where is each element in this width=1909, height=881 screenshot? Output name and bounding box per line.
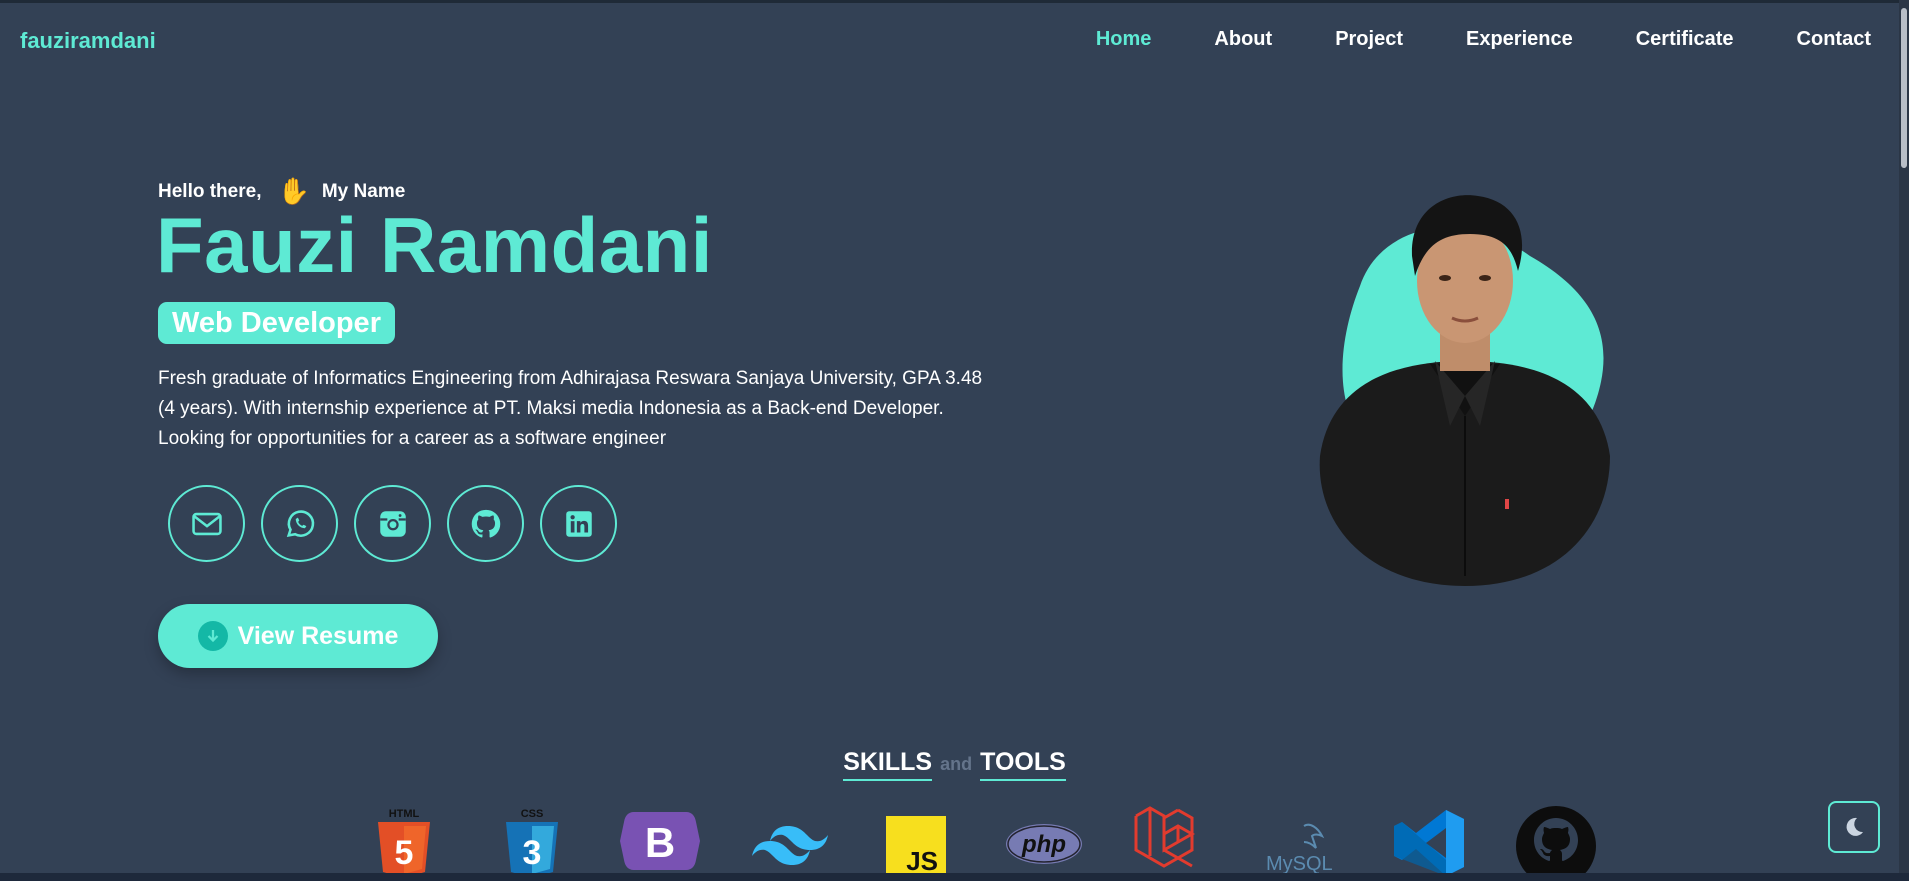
moon-icon: [1846, 817, 1863, 836]
nav-home[interactable]: Home: [1096, 28, 1152, 51]
whatsapp-link[interactable]: [261, 485, 338, 562]
svg-text:HTML: HTML: [389, 808, 420, 820]
mail-icon: [191, 512, 222, 535]
tool-mysql: MySQL: [1236, 806, 1364, 876]
nav-certificate[interactable]: Certificate: [1636, 28, 1734, 51]
svg-text:3: 3: [523, 834, 542, 872]
svg-text:B: B: [645, 819, 675, 866]
svg-text:php: php: [1021, 831, 1066, 858]
mail-link[interactable]: [168, 485, 245, 562]
tool-javascript: JS: [852, 806, 980, 876]
tool-laravel: [1108, 806, 1236, 876]
nav-project[interactable]: Project: [1335, 28, 1403, 51]
bottom-border: [0, 873, 1909, 881]
scrollbar-thumb[interactable]: [1901, 8, 1907, 168]
svg-text:MySQL: MySQL: [1266, 853, 1333, 875]
whatsapp-icon: [286, 509, 314, 537]
github-link[interactable]: [447, 485, 524, 562]
tool-logos: HTML 5 CSS 3 B JS php MySQL: [340, 806, 1620, 876]
instagram-icon: [379, 510, 406, 537]
linkedin-link[interactable]: [540, 485, 617, 562]
profile-photo: [1319, 195, 1610, 586]
tool-github: [1492, 806, 1620, 876]
linkedin-icon: [565, 510, 592, 537]
github-icon: [471, 509, 500, 537]
bootstrap-logo: B: [620, 812, 700, 870]
tool-php: php: [980, 806, 1108, 876]
javascript-logo: JS: [886, 816, 946, 876]
mysql-logo: MySQL: [1266, 823, 1333, 875]
site-logo[interactable]: fauziramdani: [20, 28, 156, 54]
tool-tailwind: [724, 806, 852, 876]
nav-experience[interactable]: Experience: [1466, 28, 1573, 51]
main-nav: Home About Project Experience Certificat…: [1033, 28, 1871, 51]
nav-contact[interactable]: Contact: [1797, 28, 1871, 51]
css3-logo: CSS 3: [506, 808, 558, 876]
svg-text:5: 5: [395, 834, 414, 872]
nav-about[interactable]: About: [1214, 28, 1272, 51]
tool-css3: CSS 3: [468, 806, 596, 876]
skills-heading-and: and: [940, 754, 973, 774]
laravel-logo: [1134, 806, 1196, 868]
vscode-logo: [1394, 810, 1464, 876]
hero-description: Fresh graduate of Informatics Engineerin…: [158, 368, 983, 449]
instagram-link[interactable]: [354, 485, 431, 562]
dark-mode-toggle[interactable]: [1828, 801, 1880, 853]
view-resume-label: View Resume: [237, 621, 399, 650]
github-logo: [1516, 806, 1596, 876]
top-border: [0, 0, 1909, 3]
skills-heading: SKILLS and TOOLS: [0, 748, 1909, 781]
php-logo: php: [1006, 824, 1082, 864]
social-links: [168, 485, 617, 562]
svg-text:JS: JS: [906, 846, 938, 876]
svg-text:CSS: CSS: [521, 808, 544, 820]
tool-vscode: [1364, 806, 1492, 876]
tool-html5: HTML 5: [340, 806, 468, 876]
view-resume-button[interactable]: View Resume: [158, 604, 438, 668]
tool-bootstrap: B: [596, 806, 724, 876]
role-badge: Web Developer: [158, 302, 395, 344]
html5-logo: HTML 5: [378, 808, 430, 876]
download-arrow-icon: [197, 621, 228, 651]
skills-heading-right: TOOLS: [980, 748, 1066, 781]
tailwind-logo: [752, 826, 828, 865]
hero-name: Fauzi Ramdani: [156, 201, 713, 289]
skills-heading-left: SKILLS: [843, 748, 933, 781]
